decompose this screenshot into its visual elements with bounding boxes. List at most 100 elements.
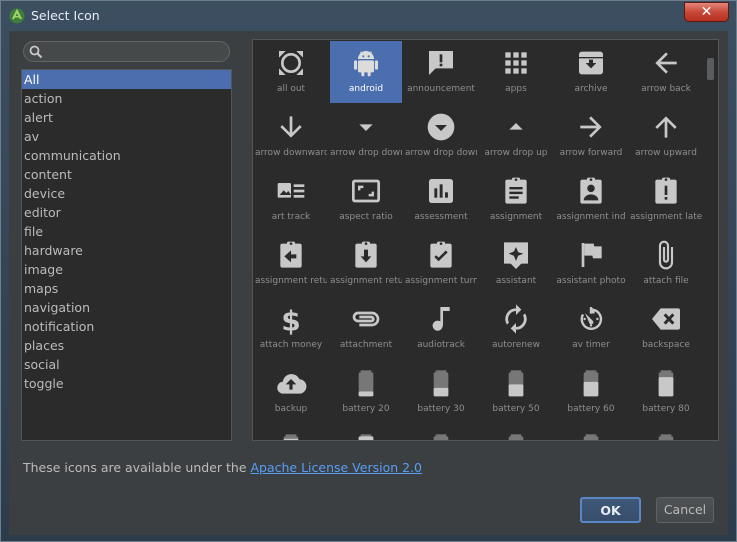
icon-cell[interactable]: assignment turned in (405, 233, 477, 295)
icon-cell[interactable]: battery 30 (405, 361, 477, 423)
assistant-icon (504, 242, 528, 269)
title-bar[interactable]: Select Icon ✕ (1, 1, 736, 31)
icon-cell[interactable]: assignment returned (330, 233, 402, 295)
icon-cell[interactable]: apps (480, 41, 552, 103)
arrow-forward-icon (580, 116, 602, 138)
icon-label: attach file (643, 276, 689, 286)
android-icon (354, 51, 378, 77)
icon-cell[interactable]: assignment return (255, 233, 327, 295)
category-panel: All action alert av communication content devi… (21, 39, 232, 441)
icon-cell[interactable] (630, 425, 702, 440)
autorenew-icon (505, 304, 527, 334)
category-item[interactable]: alert (22, 108, 231, 127)
art-track-icon (277, 183, 305, 198)
icon-cell[interactable]: archive (555, 41, 627, 103)
icon-cell[interactable]: av timer (555, 297, 627, 359)
icon-label: battery 50 (492, 404, 540, 414)
category-item[interactable]: image (22, 260, 231, 279)
icon-label: backup (274, 404, 308, 414)
scrollbar-thumb[interactable] (707, 58, 714, 80)
battery-charging-50-icon (583, 434, 599, 440)
cancel-button[interactable]: Cancel (656, 497, 714, 523)
search-input[interactable] (46, 43, 226, 60)
license-link[interactable]: Apache License Version 2.0 (250, 460, 422, 475)
category-item[interactable]: action (22, 89, 231, 108)
icon-cell[interactable]: assignment (480, 169, 552, 231)
assignment-icon (505, 177, 527, 204)
icon-cell[interactable]: arrow drop down circle (405, 105, 477, 167)
icon-label: archive (574, 84, 608, 94)
icon-cell[interactable] (555, 425, 627, 440)
category-item[interactable]: editor (22, 203, 231, 222)
all-out-icon (279, 51, 303, 75)
icon-label: assignment (489, 212, 543, 222)
icon-cell[interactable]: backspace (630, 297, 702, 359)
ok-button[interactable]: OK (580, 497, 641, 523)
category-item[interactable]: file (22, 222, 231, 241)
icon-cell[interactable]: autorenew (480, 297, 552, 359)
icon-cell[interactable] (330, 425, 402, 440)
close-button[interactable]: ✕ (684, 2, 729, 22)
search-icon (29, 45, 43, 59)
icon-cell[interactable]: attachment (330, 297, 402, 359)
icon-cell[interactable]: arrow back (630, 41, 702, 103)
icon-cell[interactable]: arrow downward (255, 105, 327, 167)
icon-cell[interactable]: assignment ind (555, 169, 627, 231)
icon-cell[interactable] (255, 425, 327, 440)
icon-cell[interactable]: announcement (405, 41, 477, 103)
icon-cell[interactable]: battery 60 (555, 361, 627, 423)
icon-cell[interactable]: assessment (405, 169, 477, 231)
icon-cell[interactable]: audiotrack (405, 297, 477, 359)
icon-cell[interactable] (480, 425, 552, 440)
assignment-returned-icon (355, 241, 377, 268)
icon-cell[interactable]: aspect ratio (330, 169, 402, 231)
icon-cell[interactable]: battery 20 (330, 361, 402, 423)
icon-cell[interactable]: assistant photo (555, 233, 627, 295)
icon-cell[interactable]: arrow drop up (480, 105, 552, 167)
category-item[interactable]: hardware (22, 241, 231, 260)
archive-icon (579, 51, 603, 75)
icon-label: announcement (407, 84, 475, 94)
arrow-drop-down-icon (359, 124, 373, 131)
icon-cell[interactable]: arrow upward (630, 105, 702, 167)
category-item[interactable]: notification (22, 317, 231, 336)
category-item[interactable]: device (22, 184, 231, 203)
battery-50-icon (508, 370, 524, 397)
icon-cell[interactable] (405, 425, 477, 440)
icon-cell[interactable]: arrow drop down (330, 105, 402, 167)
category-item[interactable]: maps (22, 279, 231, 298)
attach-file-icon (658, 240, 674, 270)
icon-cell[interactable]: all out (255, 41, 327, 103)
category-item[interactable]: toggle (22, 374, 231, 393)
search-box[interactable] (23, 41, 230, 62)
icon-label: arrow back (641, 84, 691, 94)
category-item[interactable]: places (22, 336, 231, 355)
icon-cell[interactable]: android (330, 41, 402, 103)
icon-cell[interactable]: battery 80 (630, 361, 702, 423)
icon-cell[interactable]: assistant (480, 233, 552, 295)
icon-cell[interactable]: arrow forward (555, 105, 627, 167)
battery-30-icon (433, 370, 449, 397)
icon-cell[interactable]: backup (255, 361, 327, 423)
arrow-upward-icon (655, 116, 677, 138)
icon-label: assessment (414, 212, 468, 222)
icon-label: assignment ind (556, 212, 626, 222)
icon-cell[interactable]: battery 50 (480, 361, 552, 423)
category-item[interactable]: av (22, 127, 231, 146)
battery-charging-60-icon (658, 434, 674, 440)
attach-money-icon: $ (281, 304, 300, 335)
svg-text:$: $ (281, 304, 300, 335)
assignment-return-icon (280, 241, 302, 268)
category-item[interactable]: navigation (22, 298, 231, 317)
icon-cell[interactable]: art track (255, 169, 327, 231)
icon-cell[interactable]: $ attach money (255, 297, 327, 359)
category-item[interactable]: content (22, 165, 231, 184)
category-list[interactable]: All action alert av communication content devi… (21, 69, 232, 441)
vertical-scrollbar[interactable] (703, 40, 718, 440)
icon-cell[interactable]: attach file (630, 233, 702, 295)
category-item[interactable]: All (22, 70, 231, 89)
icon-label: battery 60 (567, 404, 615, 414)
icon-cell[interactable]: assignment late (630, 169, 702, 231)
category-item[interactable]: social (22, 355, 231, 374)
category-item[interactable]: communication (22, 146, 231, 165)
